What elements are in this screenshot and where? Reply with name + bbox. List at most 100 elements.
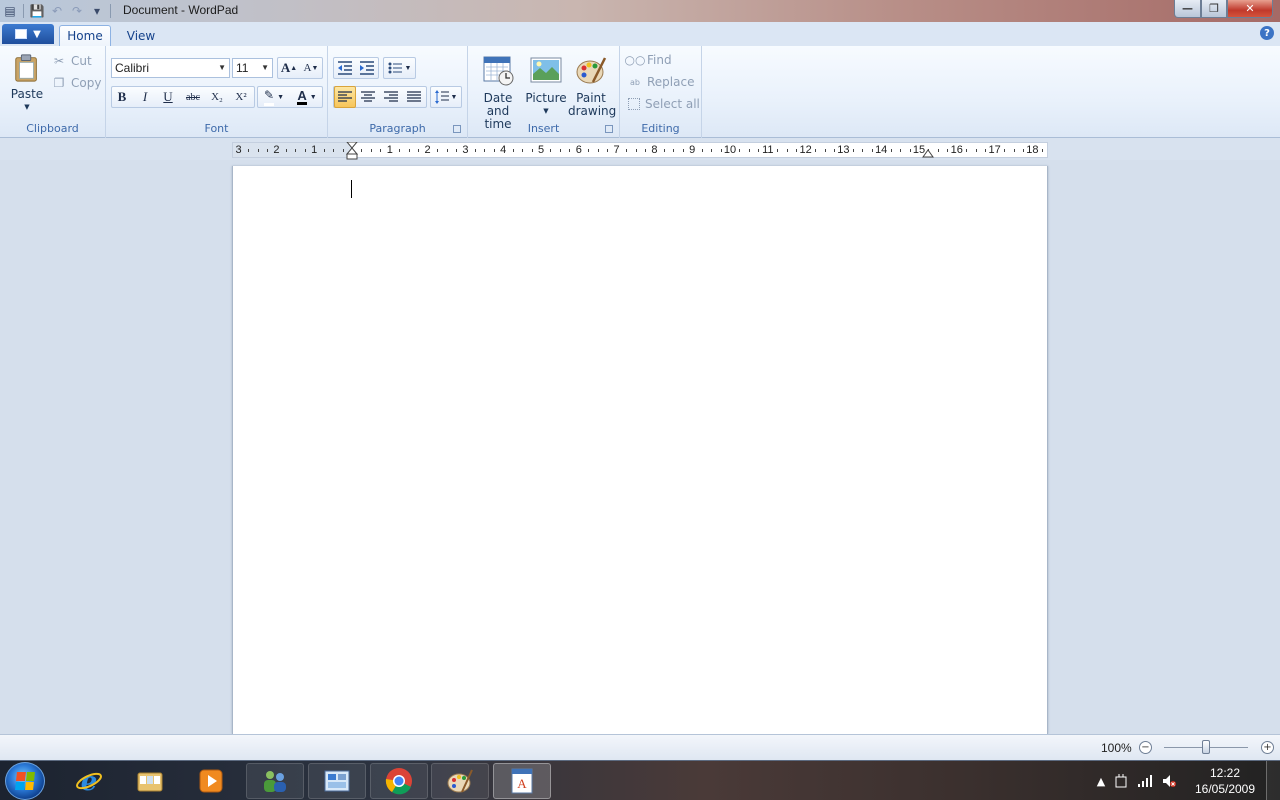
undo-icon[interactable]: ↶ <box>47 1 67 21</box>
decrease-indent-button[interactable] <box>334 57 356 79</box>
customize-qat-icon[interactable]: ▾ <box>87 1 107 21</box>
ruler-label: 6 <box>575 144 582 156</box>
strikethrough-button[interactable]: abc <box>182 86 204 108</box>
subscript-button[interactable]: X₂ <box>206 86 228 108</box>
font-size-select[interactable]: 11 ▼ <box>232 58 273 78</box>
select-all-button[interactable]: Select all <box>628 94 700 114</box>
grow-font-label: A <box>280 60 291 75</box>
volume-muted-icon[interactable] <box>1162 774 1176 788</box>
ruler-tick <box>871 149 873 152</box>
status-bar: 100% − + <box>0 734 1280 760</box>
taskbar-media-player[interactable] <box>182 763 240 799</box>
bullet-list-button[interactable]: ▼ <box>384 57 415 79</box>
redo-icon[interactable]: ↷ <box>67 1 87 21</box>
ruler-tick <box>900 149 902 152</box>
insert-group: Date and time Picture ▼ Paint drawing In… <box>468 46 620 138</box>
taskbar-paint[interactable] <box>431 763 489 799</box>
power-icon[interactable] <box>1114 774 1128 788</box>
clock-date: 16/05/2009 <box>1194 782 1256 796</box>
text-color-button[interactable]: A ▼ <box>292 86 322 108</box>
paint-drawing-label: Paint drawing <box>568 91 617 118</box>
bold-button[interactable]: B <box>111 86 133 108</box>
chevron-down-icon: ▼ <box>261 63 269 72</box>
cut-label: Cut <box>71 54 92 68</box>
ruler-tick <box>833 149 835 152</box>
ruler-label: 9 <box>689 144 696 156</box>
paste-button[interactable]: Paste ▼ <box>8 52 46 114</box>
ruler-tick <box>1013 149 1015 152</box>
network-signal-icon[interactable] <box>1138 774 1152 788</box>
tab-home[interactable]: Home <box>59 25 111 46</box>
insert-dialog-launcher-icon[interactable] <box>605 125 613 133</box>
replace-button[interactable]: ab Replace <box>628 72 694 92</box>
grow-font-button[interactable]: A ▲ <box>278 57 300 79</box>
taskbar-chrome[interactable] <box>370 763 428 799</box>
restore-button[interactable]: ❐ <box>1201 0 1227 18</box>
ruler-tick <box>748 149 750 152</box>
ruler[interactable]: 3 2 1 1 2 3 4 5 6 7 8 9 10 11 12 13 14 15 16 17 18 <box>232 142 1048 160</box>
font-family-select[interactable]: Calibri ▼ <box>111 58 230 78</box>
cut-button[interactable]: ✂ Cut <box>52 51 92 71</box>
ruler-tick <box>418 149 420 152</box>
show-hidden-icons-icon[interactable]: ▲ <box>1094 774 1108 788</box>
picture-button[interactable]: Picture ▼ <box>525 54 567 118</box>
date-time-button[interactable]: Date and time <box>474 54 522 131</box>
ruler-label: 3 <box>462 144 469 156</box>
ruler-tick <box>852 149 854 152</box>
underline-button[interactable]: U <box>157 86 179 108</box>
minimize-button[interactable]: — <box>1174 0 1201 18</box>
ruler-tick <box>909 149 911 152</box>
ruler-tick <box>739 149 741 152</box>
internet-explorer-icon: e <box>76 767 102 795</box>
paragraph-dialog-launcher-icon[interactable] <box>453 125 461 133</box>
italic-button[interactable]: I <box>134 86 156 108</box>
editing-group-label: Editing <box>641 122 680 135</box>
zoom-out-button[interactable]: − <box>1139 741 1152 754</box>
copy-icon: ❐ <box>53 76 65 90</box>
align-center-button[interactable] <box>357 86 379 108</box>
show-desktop-button[interactable] <box>1266 761 1280 800</box>
superscript-button[interactable]: X² <box>230 86 252 108</box>
taskbar-wordpad[interactable]: A <box>493 763 551 799</box>
find-button[interactable]: ○○ Find <box>625 50 672 70</box>
select-all-label: Select all <box>645 97 700 111</box>
ruler-label: 10 <box>723 144 737 156</box>
copy-button[interactable]: ❐ Copy <box>52 73 102 93</box>
document-page[interactable] <box>232 166 1048 734</box>
ruler-tick <box>588 149 590 152</box>
application-menu-button[interactable]: ▼ <box>2 24 54 44</box>
ruler-tick <box>862 149 864 152</box>
ruler-tick <box>607 149 609 152</box>
align-right-button[interactable] <box>380 86 402 108</box>
ruler-label: 2 <box>273 144 280 156</box>
align-left-button[interactable] <box>334 86 356 108</box>
help-icon[interactable]: ? <box>1260 26 1274 40</box>
indent-marker-icon[interactable] <box>346 142 358 160</box>
ruler-tick <box>484 149 486 152</box>
tab-view[interactable]: View <box>118 25 164 46</box>
save-icon[interactable]: 💾 <box>27 1 47 21</box>
line-spacing-button[interactable]: ▼ <box>431 86 461 108</box>
taskbar-network-sharing[interactable] <box>246 763 304 799</box>
ruler-label: 8 <box>651 144 658 156</box>
right-indent-marker-icon[interactable] <box>922 148 934 158</box>
chevron-down-icon: ▼ <box>33 28 41 40</box>
highlight-button[interactable]: ✎ ▼ <box>259 86 289 108</box>
paint-drawing-button[interactable]: Paint drawing <box>568 54 617 118</box>
editing-group: ○○ Find ab Replace Select all Editing <box>620 46 702 138</box>
shrink-font-button[interactable]: A ▼ <box>300 57 322 79</box>
zoom-slider-thumb[interactable] <box>1202 740 1210 754</box>
windows-logo-icon <box>15 772 35 790</box>
increase-indent-button[interactable] <box>356 57 378 79</box>
zoom-in-button[interactable]: + <box>1261 741 1274 754</box>
taskbar-internet-explorer[interactable]: e <box>60 763 118 799</box>
taskbar-explorer[interactable] <box>121 763 179 799</box>
taskbar-control-panel[interactable] <box>308 763 366 799</box>
close-button[interactable]: ✕ <box>1227 0 1273 18</box>
clock[interactable]: 12:22 16/05/2009 <box>1188 765 1262 797</box>
ruler-tick <box>522 149 524 152</box>
start-button[interactable] <box>5 762 45 800</box>
chevron-down-icon: ▼ <box>543 107 549 115</box>
line-spacing-icon <box>434 90 449 104</box>
justify-button[interactable] <box>403 86 425 108</box>
